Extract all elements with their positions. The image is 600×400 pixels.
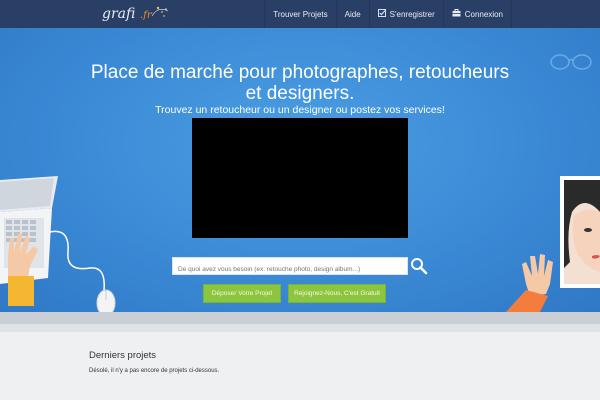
nav-login[interactable]: Connexion [442, 0, 512, 28]
portrait-illustration [506, 176, 600, 312]
svg-text:grafi: grafi [102, 6, 135, 22]
video-player[interactable] [192, 118, 408, 238]
no-projects-message: Désolé, il n'y a pas encore de projets c… [89, 368, 220, 374]
nav-login-label: Connexion [464, 9, 503, 19]
top-navbar: grafi .fr Trouver Projets Aide S'enregis… [0, 0, 600, 28]
search-icon [410, 258, 428, 280]
hero-title: Place de marché pour photographes, retou… [0, 62, 600, 104]
checkbox-icon [377, 9, 386, 19]
nav-find-projects[interactable]: Trouver Projets [264, 0, 335, 28]
hero-subtitle: Trouvez un retoucheur ou un designer ou … [155, 104, 445, 116]
nav-find-projects-label: Trouver Projets [273, 9, 328, 19]
hero-title-line2: et designers. [245, 83, 355, 104]
nav-menu: Trouver Projets Aide S'enregistrer Conne… [264, 0, 512, 28]
search-field [172, 257, 408, 278]
divider-stripe [0, 312, 600, 324]
nav-help[interactable]: Aide [335, 0, 369, 28]
laptop-illustration [0, 176, 116, 312]
svg-text:.fr: .fr [140, 10, 153, 21]
post-project-button[interactable]: Déposer Votre Projet [203, 284, 281, 303]
nav-help-label: Aide [344, 9, 361, 19]
section-divider [0, 312, 600, 332]
briefcase-icon [452, 9, 461, 19]
brand-logo[interactable]: grafi .fr [100, 2, 172, 24]
search-button[interactable] [410, 256, 428, 276]
latest-projects-title: Derniers projets [89, 350, 157, 361]
search-input[interactable] [173, 261, 407, 278]
latest-projects-section: Derniers projets Désolé, il n'y a pas en… [0, 332, 600, 400]
register-free-button[interactable]: Rejoignez-Nous, C'est Gratuit [288, 284, 386, 303]
nav-register[interactable]: S'enregistrer [368, 0, 443, 28]
hero-section: Place de marché pour photographes, retou… [0, 28, 600, 312]
nav-register-label: S'enregistrer [389, 9, 435, 19]
hero-title-line1: Place de marché pour photographes, retou… [90, 62, 510, 83]
